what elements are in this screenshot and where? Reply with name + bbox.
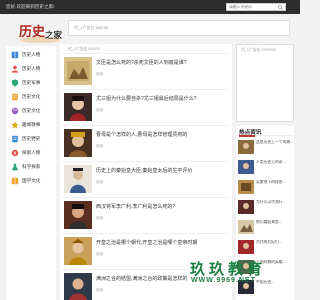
sidebar-item-label: 探索人物 (22, 150, 41, 155)
article-item[interactable]: 尤三姐为什么要自杀?尤三姐最后结局是什么? 阅读 (62, 90, 230, 126)
sidebar-item-0[interactable]: 历史人物 (6, 48, 56, 62)
hot-item[interactable]: 人类历史上的奇... (236, 158, 294, 178)
sidebar-item-2[interactable]: 历史军事 (6, 76, 56, 90)
sidebar-item-label: 历史文化 (22, 108, 41, 113)
sidebar-item-9[interactable]: 国学文化 (6, 174, 56, 188)
hot-item-title[interactable]: 中国历史... (256, 280, 293, 285)
book-icon (11, 51, 19, 59)
hot-thumbnail[interactable] (238, 200, 254, 214)
top-bar: 您好,欢迎来到历史之家! (0, 0, 300, 14)
palette-icon (11, 107, 19, 115)
article-meta: 阅读 (96, 108, 104, 112)
flask-icon (11, 163, 19, 171)
article-thumbnail[interactable] (64, 165, 92, 193)
hot-item-title[interactable]: 他们看起来是... (256, 220, 293, 225)
category-sidebar: 历史人物 历史人物 历史军事 历史文化 历史文化 趣闻轶事 历史野史 探索人物 … (6, 46, 56, 300)
article-title[interactable]: 历史上的秦始皇大臣,秦始皇太后的生平评价 (96, 167, 228, 174)
hot-item[interactable]: 他们看起来是... (236, 218, 294, 238)
sidebar-item-label: 国学文化 (22, 178, 41, 183)
sidebar-item-label: 历史人物 (22, 66, 41, 71)
hot-item[interactable]: 为什么汉代流行... (236, 198, 294, 218)
hot-item[interactable]: 吴蒙地下的秘密... (236, 178, 294, 198)
article-title[interactable]: 西汉将军李广利,李广利是怎么死的? (96, 203, 228, 210)
compass-icon (11, 149, 19, 157)
site-logo[interactable]: 历史 之家 (16, 16, 64, 44)
top-ad-banner[interactable]: 代_1广告位 665*60 (68, 20, 290, 36)
hot-item-title[interactable]: 古代的后妃们... (256, 240, 293, 245)
sidebar-item-label: 历史军事 (22, 80, 41, 85)
article-item[interactable]: 西汉将军李广利,李广利是怎么死的? 阅读 (62, 198, 230, 234)
svg-text:之家: 之家 (45, 30, 63, 41)
article-item[interactable]: 曹母是个怎样的人,曹母是怎样管理贾府的 阅读 (62, 126, 230, 162)
article-meta: 阅读 (96, 72, 104, 76)
hot-thumbnail[interactable] (238, 140, 254, 154)
hot-thumbnail[interactable] (238, 160, 254, 174)
scroll-icon (12, 93, 18, 101)
sidebar-item-6[interactable]: 历史野史 (6, 132, 56, 146)
sidebar-item-1[interactable]: 历史人物 (6, 62, 56, 76)
article-thumbnail[interactable] (64, 93, 92, 121)
article-thumbnail[interactable] (64, 129, 92, 157)
hot-news-header: 热点资讯 (236, 126, 294, 137)
hot-item-title[interactable]: 这是历史上一个叫做... (256, 140, 293, 145)
sidebar-item-3[interactable]: 历史文化 (6, 90, 56, 104)
title-underline (239, 135, 255, 137)
logo-graphic: 历史 之家 (19, 24, 63, 43)
sidebar-item-label: 科学探索 (22, 164, 41, 169)
search-icon[interactable] (278, 5, 283, 10)
scroll-icon (12, 135, 18, 143)
article-meta: 阅读 (96, 180, 104, 184)
svg-text:历史: 历史 (19, 24, 46, 40)
watermark-title: 玖玖教育 (190, 261, 267, 278)
sidebar-item-label: 历史文化 (22, 94, 41, 99)
search-box[interactable] (226, 3, 286, 11)
shield-icon (11, 79, 19, 87)
middle-ad-banner[interactable]: 代_1广告位 600*50 (62, 46, 230, 54)
article-meta: 阅读 (96, 288, 104, 292)
article-thumbnail[interactable] (64, 273, 92, 300)
article-title[interactable]: 开皇之治是哪个朝代,开皇之治是哪个皇帝时期 (96, 239, 228, 246)
ad-label: 代_1广告位 665*60 (74, 25, 109, 30)
book-icon (11, 177, 19, 185)
article-meta: 阅读 (96, 144, 104, 148)
article-meta: 阅读 (96, 252, 104, 256)
sidebar-item-label: 历史野史 (22, 136, 41, 141)
sidebar-item-8[interactable]: 科学探索 (6, 160, 56, 174)
sidebar-item-label: 历史人物 (22, 52, 41, 57)
side-ad-banner[interactable]: 代_1广告位 270*200 (236, 44, 294, 122)
ad-label: 代_1广告位 270*200 (241, 48, 276, 52)
article-title[interactable]: 文臣是怎么死的?杀死文臣的人到底是谁? (96, 59, 228, 66)
article-title[interactable]: 曹母是个怎样的人,曹母是怎样管理贾府的 (96, 131, 228, 138)
person-icon (11, 65, 19, 73)
star-icon (11, 121, 19, 129)
ad-label: 代_1广告位 600*50 (68, 47, 101, 51)
hot-item[interactable]: 这是历史上一个叫做... (236, 138, 294, 158)
hot-thumbnail[interactable] (238, 240, 254, 254)
article-thumbnail[interactable] (64, 201, 92, 229)
hot-item[interactable]: 古代的后妃们... (236, 238, 294, 258)
article-item[interactable]: 历史上的秦始皇大臣,秦始皇太后的生平评价 阅读 (62, 162, 230, 198)
search-input[interactable] (229, 4, 275, 10)
hot-item-title[interactable]: 人类历史上的奇... (256, 160, 293, 165)
hot-item-title[interactable]: 吴蒙地下的秘密... (256, 180, 293, 185)
sidebar-item-7[interactable]: 探索人物 (6, 146, 56, 160)
sidebar-item-4[interactable]: 历史文化 (6, 104, 56, 118)
hot-thumbnail[interactable] (238, 220, 254, 234)
article-thumbnail[interactable] (64, 237, 92, 265)
hot-item-title[interactable]: 为什么汉代流行... (256, 200, 293, 205)
hot-thumbnail[interactable] (238, 180, 254, 194)
sidebar-item-5[interactable]: 趣闻轶事 (6, 118, 56, 132)
article-item[interactable]: 文臣是怎么死的?杀死文臣的人到底是谁? 阅读 (62, 54, 230, 90)
watermark-domain: WWW.9969.NET (191, 277, 256, 284)
sidebar-item-label: 趣闻轶事 (22, 122, 41, 127)
welcome-text: 您好,欢迎来到历史之家! (6, 4, 55, 9)
article-thumbnail[interactable] (64, 57, 92, 85)
article-meta: 阅读 (96, 216, 104, 220)
article-title[interactable]: 尤三姐为什么要自杀?尤三姐最后结局是什么? (96, 95, 228, 102)
